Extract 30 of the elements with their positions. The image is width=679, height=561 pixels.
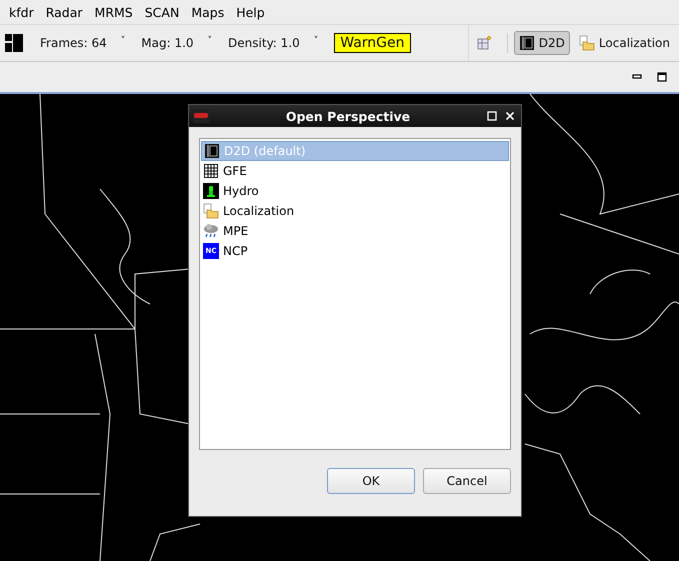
list-item[interactable]: MPE (201, 221, 509, 241)
menu-item[interactable]: Radar (40, 4, 89, 20)
rain-cloud-icon (203, 223, 219, 239)
menu-item[interactable]: SCAN (138, 4, 186, 20)
menu-item[interactable]: MRMS (88, 4, 139, 20)
menu-item[interactable]: Help (230, 4, 271, 20)
dialog-button[interactable]: OK (327, 468, 415, 494)
grid-icon (203, 163, 219, 179)
film-icon (204, 143, 220, 159)
close-icon[interactable] (505, 111, 515, 121)
dialog-title: Open Perspective (284, 108, 412, 124)
open-perspective-icon[interactable] (476, 35, 493, 51)
list-item[interactable]: Localization (201, 201, 509, 221)
folder-icon (203, 203, 219, 219)
layout-icon[interactable] (5, 34, 23, 52)
warngen-button[interactable]: WarnGen (334, 33, 410, 53)
dialog-button[interactable]: Cancel (423, 468, 511, 494)
menu-item[interactable]: Maps (185, 4, 230, 20)
gauge-icon (203, 183, 219, 199)
menu-item[interactable]: kfdr (3, 4, 40, 20)
film-icon (518, 35, 535, 51)
list-item[interactable]: Hydro (201, 181, 509, 201)
folder-icon (578, 35, 595, 51)
list-item[interactable]: GFE (201, 161, 509, 181)
dropdown-button[interactable]: Mag: 1.0 ˅ (141, 36, 212, 50)
dropdown-button[interactable]: Frames: 64 ˅ (40, 36, 126, 50)
perspective-button[interactable]: D2D (514, 31, 570, 55)
maximize-icon[interactable] (657, 72, 667, 82)
perspective-button[interactable]: Localization (574, 31, 675, 55)
dropdown-button[interactable]: Density: 1.0 ˅ (228, 36, 318, 50)
